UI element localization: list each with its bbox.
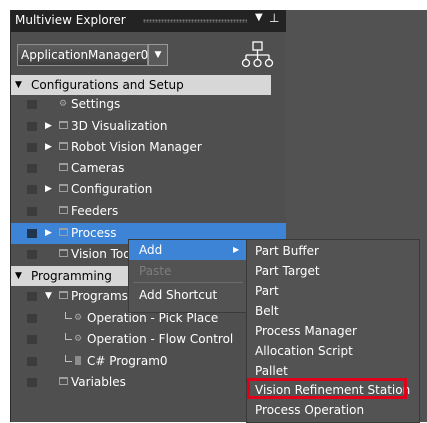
program-file-icon (75, 356, 81, 365)
folder-icon (59, 142, 68, 150)
submenu-item-process-manager[interactable]: Process Manager (247, 321, 419, 341)
checkbox[interactable] (27, 378, 37, 387)
section-header-configurations[interactable]: ▼ Configurations and Setup (11, 75, 271, 95)
tree-item-feeders[interactable]: Feeders (11, 201, 286, 222)
expand-arrow-icon[interactable]: ▶ (45, 116, 52, 137)
tree-branch-icon (65, 312, 72, 319)
application-selector-value[interactable]: ApplicationManager0 (17, 44, 148, 66)
tree-branch-icon (65, 355, 72, 362)
submenu-item-process-operation[interactable]: Process Operation (247, 400, 419, 420)
tree-item-cameras[interactable]: Cameras (11, 158, 286, 179)
expand-arrow-icon[interactable]: ▶ (45, 179, 52, 200)
explorer-title: Multiview Explorer (15, 13, 126, 27)
folder-icon (59, 163, 68, 171)
collapse-triangle-icon[interactable]: ▼ (15, 75, 22, 95)
submenu-item-belt[interactable]: Belt (247, 301, 419, 321)
add-submenu: Part Buffer Part Target Part Belt Proces… (246, 239, 420, 423)
collapse-triangle-icon[interactable]: ▼ (15, 266, 22, 286)
submenu-arrow-icon: ▶ (233, 245, 240, 254)
checkbox[interactable] (27, 143, 37, 152)
checkbox[interactable] (27, 314, 37, 323)
tree-item-operation-flow-control[interactable]: ⚙ Operation - Flow Control (11, 329, 286, 350)
checkbox[interactable] (27, 292, 37, 301)
expand-arrow-icon[interactable]: ▶ (45, 223, 52, 244)
folder-icon (59, 206, 68, 214)
folder-icon (59, 184, 68, 192)
operation-icon: ⚙ (74, 334, 83, 344)
chevron-down-icon[interactable]: ▼ (148, 44, 168, 66)
folder-icon (59, 249, 68, 257)
panel-menu-dropdown-icon[interactable]: ▼ (255, 12, 263, 23)
menu-item-paste: Paste (139, 264, 172, 278)
checkbox[interactable] (27, 164, 37, 173)
submenu-item-part-buffer[interactable]: Part Buffer (247, 241, 419, 261)
drag-grip[interactable] (143, 19, 247, 23)
tree-item-csharp-program0[interactable]: C# Program0 (11, 351, 286, 372)
tree-item-robot-vision-manager[interactable]: ▶ Robot Vision Manager (11, 137, 286, 158)
application-selector[interactable]: ApplicationManager0 ▼ (17, 44, 168, 66)
collapse-arrow-icon[interactable]: ▼ (45, 286, 52, 307)
tree-item-settings[interactable]: ⚙ Settings (11, 94, 286, 115)
folder-icon (59, 377, 68, 385)
checkbox[interactable] (27, 100, 37, 109)
tree-item-variables[interactable]: Variables (11, 372, 286, 393)
checkbox[interactable] (27, 357, 37, 366)
submenu-item-part[interactable]: Part (247, 281, 419, 301)
submenu-item-part-target[interactable]: Part Target (247, 261, 419, 281)
tree-item-3d-visualization[interactable]: ▶ 3D Visualization (11, 116, 286, 137)
settings-icon: ⚙ (59, 99, 68, 109)
operation-icon: ⚙ (74, 313, 83, 323)
tree-item-configuration[interactable]: ▶ Configuration (11, 179, 286, 200)
checkbox[interactable] (27, 185, 37, 194)
checkbox[interactable] (27, 207, 37, 216)
multiview-explorer-panel: Multiview Explorer ▼ ⊥ ApplicationManage… (10, 10, 286, 422)
hierarchy-icon[interactable] (241, 41, 275, 71)
folder-icon (59, 291, 68, 299)
tree-branch-icon (65, 333, 72, 340)
submenu-item-allocation-script[interactable]: Allocation Script (247, 341, 419, 361)
menu-item-add[interactable]: Add ▶ (129, 240, 247, 260)
highlight-box (247, 378, 407, 399)
checkbox[interactable] (27, 250, 37, 259)
expand-arrow-icon[interactable]: ▶ (45, 137, 52, 158)
folder-icon (59, 121, 68, 129)
pin-icon[interactable]: ⊥ (269, 11, 279, 25)
context-menu: Add ▶ Paste Add Shortcut (128, 239, 248, 313)
checkbox[interactable] (27, 122, 37, 131)
explorer-title-bar: Multiview Explorer ▼ ⊥ (11, 10, 286, 32)
menu-separator (133, 282, 243, 283)
checkbox[interactable] (27, 229, 37, 238)
checkbox[interactable] (27, 335, 37, 344)
menu-item-add-shortcut[interactable]: Add Shortcut (129, 285, 247, 305)
folder-icon (59, 228, 68, 236)
